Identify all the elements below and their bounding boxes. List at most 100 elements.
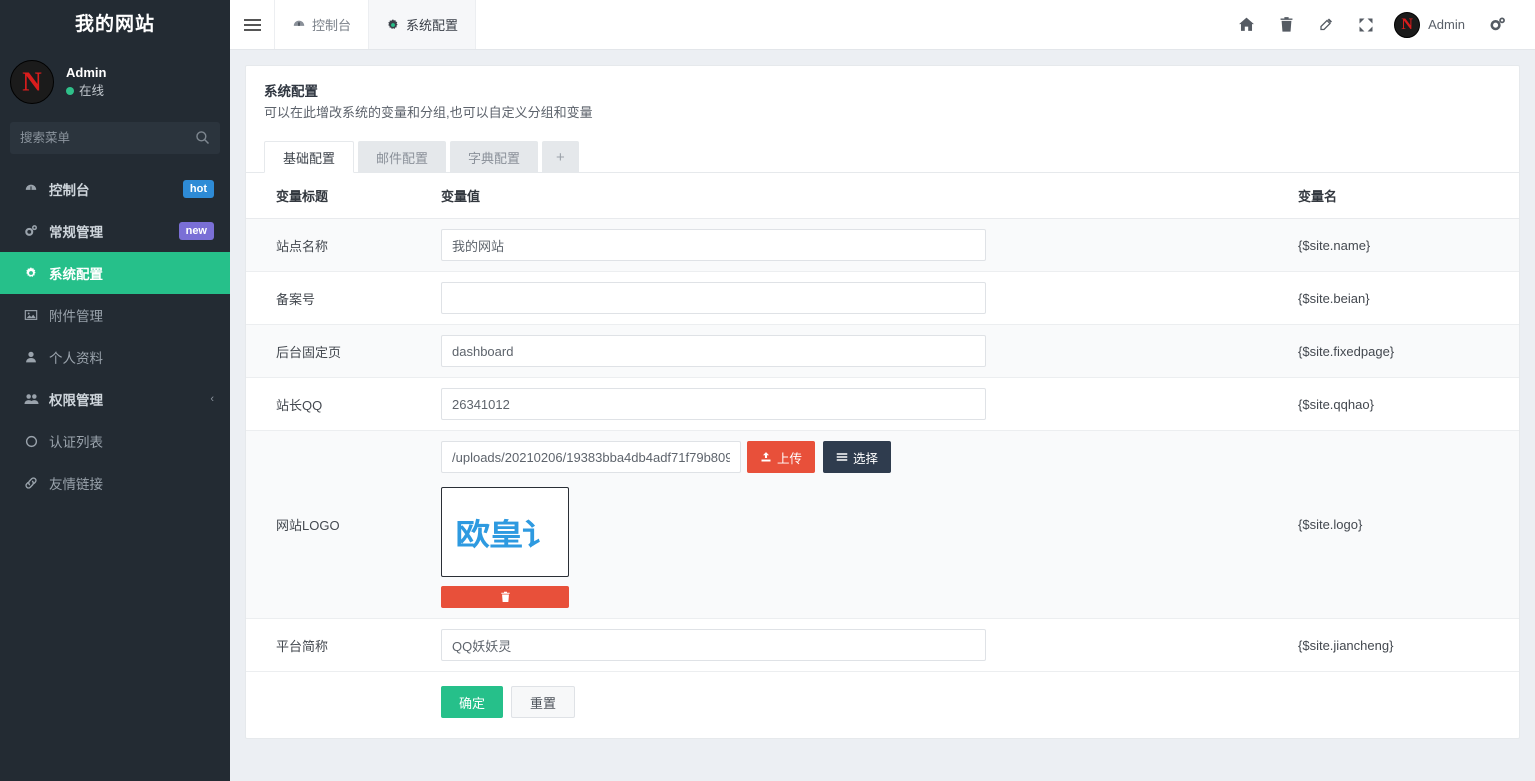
value-input[interactable] <box>441 629 986 661</box>
hamburger-icon[interactable] <box>230 0 275 49</box>
sidebar-item-2[interactable]: 常规管理new <box>0 210 230 252</box>
table-head: 变量标题 变量值 变量名 <box>246 173 1519 219</box>
row-value-cell <box>441 378 1284 431</box>
cogs-icon <box>22 224 40 238</box>
topbar-nav: 控制台系统配置 <box>275 0 476 49</box>
sidebar-item-badge: new <box>179 222 214 240</box>
logo-thumbnail[interactable]: 欧皇讠 <box>441 487 569 577</box>
select-button[interactable]: 选择 <box>823 441 891 473</box>
sidebar-user-status-label: 在线 <box>79 82 104 100</box>
value-input[interactable] <box>441 335 986 367</box>
reset-button[interactable]: 重置 <box>511 686 575 718</box>
column-header-title: 变量标题 <box>246 173 441 219</box>
value-input[interactable] <box>441 229 986 261</box>
topbar-tab-label: 控制台 <box>312 15 351 34</box>
table-row: 站长QQ {$site.qqhao} <box>246 378 1519 431</box>
column-header-name: 变量名 <box>1284 173 1519 219</box>
topbar-right: N Admin <box>1226 0 1535 49</box>
add-tab-button[interactable]: + <box>542 141 579 173</box>
table-body: 站点名称 {$site.name} 备案号 {$site.beian} 后台固定页 {$s… <box>246 219 1519 672</box>
column-header-value: 变量值 <box>441 173 1284 219</box>
sidebar-item-label: 友情链接 <box>49 473 214 493</box>
dashboard-icon <box>22 182 40 196</box>
search-input[interactable] <box>10 122 220 154</box>
row-title: 站长QQ <box>246 378 441 431</box>
sidebar: 我的网站 N Admin 在线 控制台hot常规管理new系统配置附件管理个人资… <box>0 0 230 781</box>
config-tabs: 基础配置邮件配置字典配置+ <box>246 123 1519 173</box>
gear-icon <box>22 266 40 280</box>
cogs-icon[interactable] <box>1477 0 1517 50</box>
upload-icon <box>760 451 772 463</box>
tab-1[interactable]: 基础配置 <box>264 141 354 173</box>
row-title: 平台简称 <box>246 619 441 672</box>
row-value-cell <box>441 272 1284 325</box>
avatar: N <box>10 60 54 104</box>
logo-upload-row: 上传 选择 <box>441 441 1284 473</box>
users-icon <box>22 392 40 406</box>
row-variable-name: {$site.beian} <box>1284 272 1519 325</box>
image-icon <box>22 308 40 322</box>
row-title: 备案号 <box>246 272 441 325</box>
circle-icon <box>22 435 40 448</box>
config-table: 变量标题 变量值 变量名 站点名称 {$site.name} 备案号 {$site.b… <box>246 173 1519 672</box>
row-variable-name: {$site.jiancheng} <box>1284 619 1519 672</box>
logo-preview-wrap: 欧皇讠 <box>441 487 1284 608</box>
row-variable-name: {$site.name} <box>1284 219 1519 272</box>
trash-icon[interactable] <box>1266 0 1306 50</box>
topbar-user[interactable]: N Admin <box>1386 12 1477 38</box>
row-title: 后台固定页 <box>246 325 441 378</box>
topbar-user-name: Admin <box>1428 17 1465 32</box>
topbar-tab-1[interactable]: 控制台 <box>274 0 369 49</box>
value-input[interactable] <box>441 388 986 420</box>
list-icon <box>836 451 848 463</box>
fullscreen-icon[interactable] <box>1346 0 1386 50</box>
online-dot-icon <box>66 87 74 95</box>
submit-button[interactable]: 确定 <box>441 686 503 718</box>
table-row: 站点名称 {$site.name} <box>246 219 1519 272</box>
site-title: 我的网站 <box>0 0 230 50</box>
avatar-monogram: N <box>1395 17 1419 33</box>
topbar-tab-2[interactable]: 系统配置 <box>368 0 476 49</box>
upload-button-label: 上传 <box>777 448 802 467</box>
logo-path-input[interactable] <box>441 441 741 473</box>
config-card: 系统配置 可以在此增改系统的变量和分组,也可以自定义分组和变量 基础配置邮件配置… <box>245 65 1520 739</box>
table-header-row: 变量标题 变量值 变量名 <box>246 173 1519 219</box>
sidebar-item-label: 系统配置 <box>49 263 214 283</box>
value-input[interactable] <box>441 282 986 314</box>
sidebar-user-status: 在线 <box>66 82 106 100</box>
user-icon <box>22 350 40 364</box>
sidebar-item-4[interactable]: 附件管理 <box>0 294 230 336</box>
content-scroll: 系统配置 可以在此增改系统的变量和分组,也可以自定义分组和变量 基础配置邮件配置… <box>230 50 1535 781</box>
row-variable-name: {$site.logo} <box>1284 431 1519 619</box>
tab-2[interactable]: 邮件配置 <box>358 141 446 173</box>
row-value-cell: 上传 选择欧皇讠 <box>441 431 1284 619</box>
row-variable-name: {$site.fixedpage} <box>1284 325 1519 378</box>
sidebar-item-badge: hot <box>183 180 214 198</box>
sidebar-item-6[interactable]: 权限管理‹ <box>0 378 230 420</box>
sidebar-item-3[interactable]: 系统配置 <box>0 252 230 294</box>
page-title: 系统配置 <box>264 82 1501 102</box>
dashboard-icon <box>292 18 306 32</box>
sidebar-item-5[interactable]: 个人资料 <box>0 336 230 378</box>
row-variable-name: {$site.qqhao} <box>1284 378 1519 431</box>
sidebar-item-1[interactable]: 控制台hot <box>0 168 230 210</box>
theme-icon[interactable] <box>1306 0 1346 50</box>
row-value-cell <box>441 219 1284 272</box>
tab-3[interactable]: 字典配置 <box>450 141 538 173</box>
row-title: 站点名称 <box>246 219 441 272</box>
sidebar-user-block[interactable]: N Admin 在线 <box>0 50 230 116</box>
sidebar-item-8[interactable]: 友情链接 <box>0 462 230 504</box>
table-row: 网站LOGO上传选择欧皇讠{$site.logo} <box>246 431 1519 619</box>
delete-logo-button[interactable] <box>441 586 569 608</box>
select-button-label: 选择 <box>853 448 878 467</box>
sidebar-item-label: 控制台 <box>49 179 183 199</box>
home-icon[interactable] <box>1226 0 1266 50</box>
avatar-monogram: N <box>11 69 53 96</box>
sidebar-item-7[interactable]: 认证列表 <box>0 420 230 462</box>
upload-button[interactable]: 上传 <box>747 441 815 473</box>
sidebar-search[interactable] <box>10 122 220 154</box>
sidebar-user-name: Admin <box>66 64 106 82</box>
search-icon[interactable] <box>195 130 210 145</box>
logo-thumbnail-text: 欧皇讠 <box>455 510 555 554</box>
sidebar-item-label: 权限管理 <box>49 389 210 409</box>
